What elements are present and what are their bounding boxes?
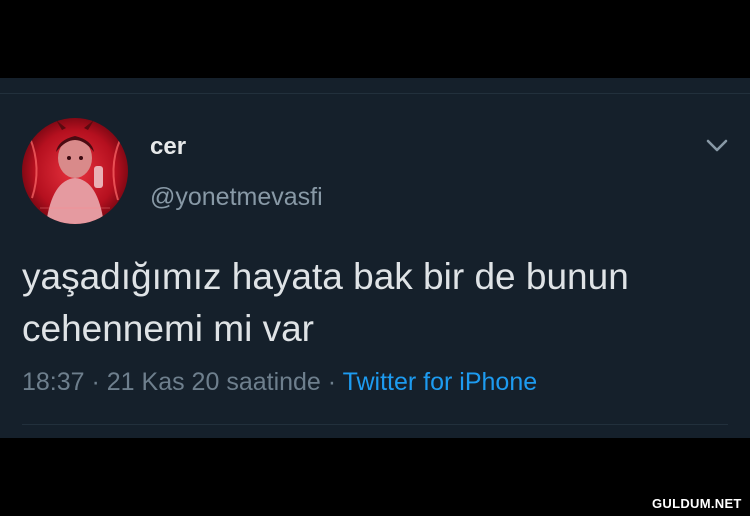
tweet-card: cer @yonetmevasfi yaşadığımız hayata bak… bbox=[0, 78, 750, 438]
display-name[interactable]: cer bbox=[150, 133, 186, 161]
watermark: GULDUM.NET bbox=[652, 496, 742, 511]
screenshot-frame: cer @yonetmevasfi yaşadığımız hayata bak… bbox=[0, 0, 750, 516]
top-divider bbox=[0, 93, 750, 94]
profile-photo-icon bbox=[22, 118, 128, 224]
tweet-text: yaşadığımız hayata bak bir de bunun cehe… bbox=[22, 256, 629, 349]
tweet-meta: 18:37 · 21 Kas 20 saatinde · Twitter for… bbox=[22, 366, 537, 398]
avatar[interactable] bbox=[22, 118, 128, 224]
tweet-date[interactable]: 21 Kas 20 saatinde bbox=[107, 368, 321, 396]
user-handle[interactable]: @yonetmevasfi bbox=[150, 182, 323, 212]
tweet-time[interactable]: 18:37 bbox=[22, 368, 85, 396]
meta-separator: · bbox=[320, 368, 343, 396]
bottom-divider bbox=[22, 424, 728, 425]
chevron-down-icon[interactable] bbox=[704, 136, 730, 156]
meta-separator: · bbox=[84, 368, 107, 396]
tweet-source-link[interactable]: Twitter for iPhone bbox=[343, 368, 538, 396]
